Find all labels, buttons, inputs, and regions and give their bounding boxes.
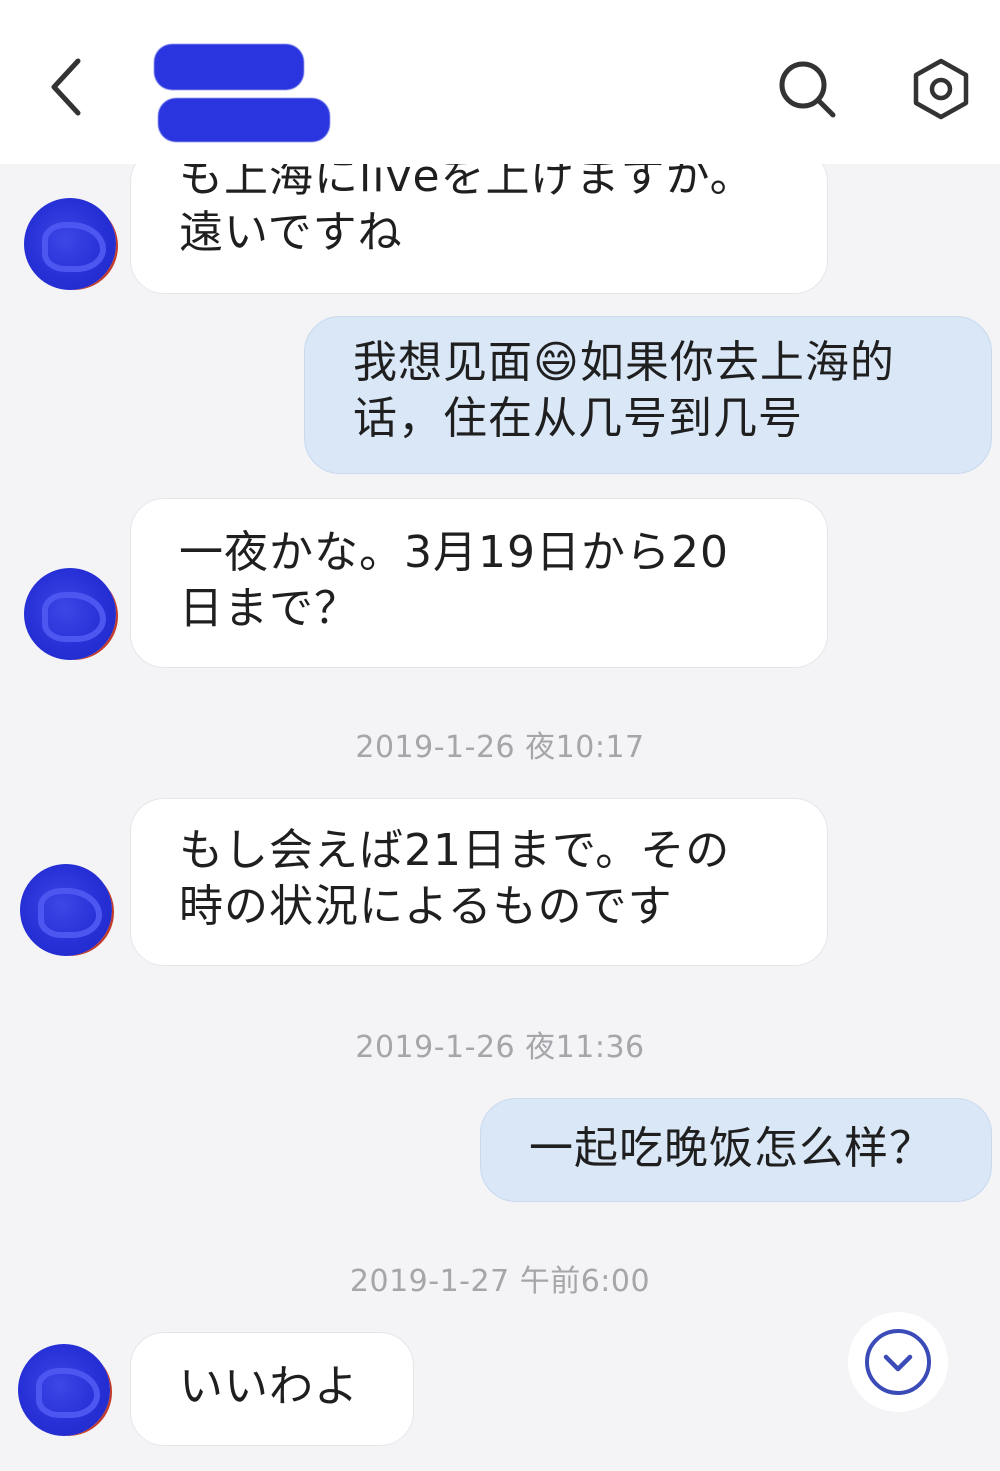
incoming-message[interactable]: も上海にliveを上げますか。 遠いですね [130,164,828,294]
incoming-message[interactable]: 一夜かな。3月19日から20 日まで？ [130,498,828,668]
contact-avatar[interactable] [24,198,116,290]
scroll-to-bottom-button[interactable] [848,1312,948,1412]
chat-header [0,0,1000,164]
message-timestamp: 2019-1-26 夜11:36 [355,1030,645,1065]
message-timestamp: 2019-1-26 夜10:17 [355,730,645,765]
message-list[interactable]: も上海にliveを上げますか。 遠いですね 我想见面😄如果你去上海的 话，住在从… [0,164,1000,1471]
message-timestamp: 2019-1-27 午前6:00 [349,1264,651,1299]
outgoing-message[interactable]: 我想见面😄如果你去上海的 话，住在从几号到几号 [304,316,992,474]
back-button[interactable] [34,52,98,122]
settings-hexagon-icon [913,58,969,120]
outgoing-message[interactable]: 一起吃晚饭怎么样？ [480,1098,992,1202]
settings-button[interactable] [906,54,976,124]
contact-avatar[interactable] [20,864,112,956]
contact-avatar[interactable] [18,1344,110,1436]
incoming-message[interactable]: いいわよ [130,1332,414,1446]
incoming-message[interactable]: もし会えば21日まで。その 時の状況によるものです [130,798,828,966]
chevron-down-circle-icon [865,1329,931,1395]
search-button[interactable] [772,54,842,124]
contact-name-redacted [150,40,335,144]
search-icon [779,61,836,118]
chevron-left-icon [51,58,81,116]
contact-avatar[interactable] [24,568,116,660]
